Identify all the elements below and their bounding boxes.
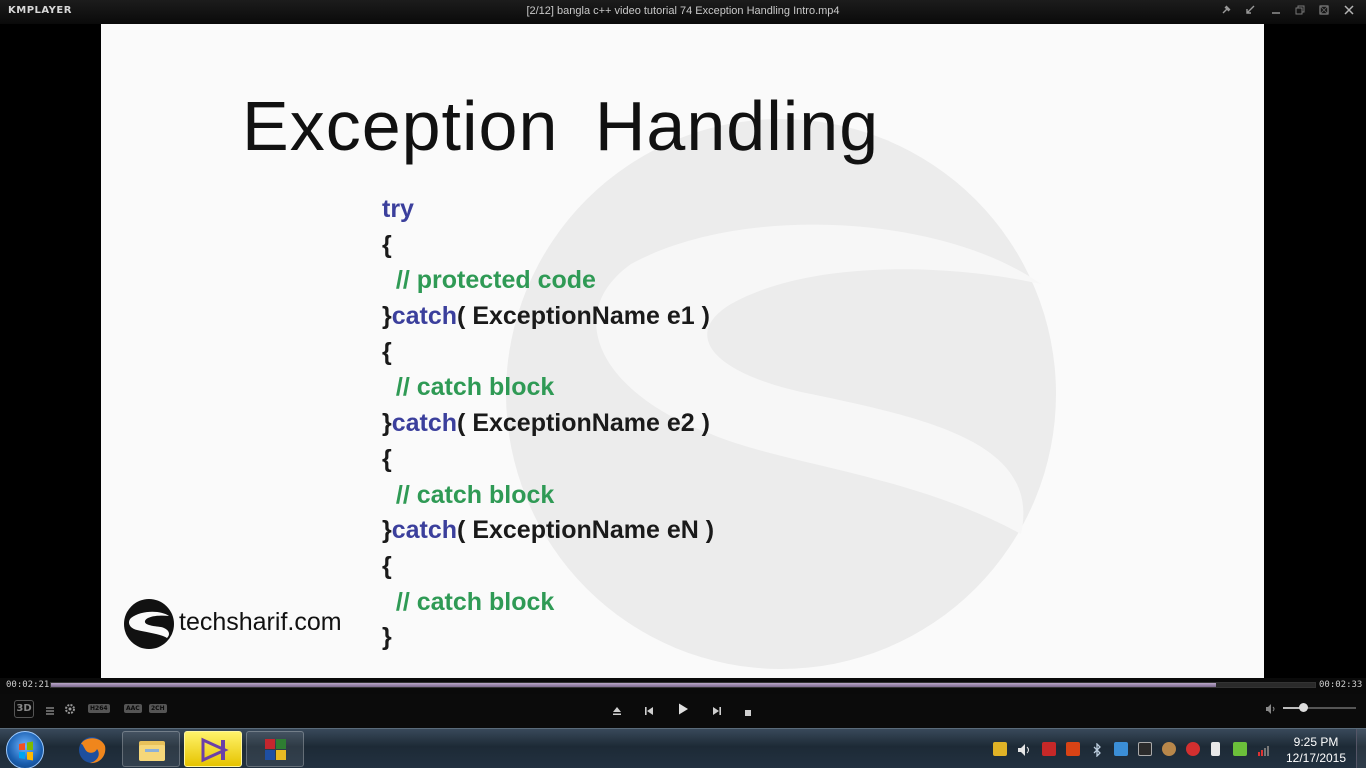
firefox-icon xyxy=(79,737,106,764)
total-time: 00:02:33 xyxy=(1319,680,1363,690)
show-desktop-button[interactable] xyxy=(1356,729,1366,768)
code-comment: // protected code xyxy=(382,266,596,295)
network-icon[interactable] xyxy=(1114,742,1128,756)
video-codec-badge: H264 xyxy=(88,704,110,713)
windows-logo-icon xyxy=(19,741,33,761)
taskbar-visual-studio[interactable] xyxy=(184,731,242,767)
code-line: { xyxy=(382,549,714,585)
code-keyword: catch xyxy=(391,516,458,545)
close-icon[interactable] xyxy=(1341,4,1357,20)
app-tray-icon[interactable] xyxy=(1162,742,1176,756)
video-frame: Exception Handling try { // protected cod… xyxy=(101,24,1264,678)
power-icon[interactable] xyxy=(993,742,1007,756)
code-keyword: catch xyxy=(391,409,458,438)
code-text: { xyxy=(382,337,392,366)
code-text: ( ExceptionName e1 ) xyxy=(457,302,710,331)
code-line: { xyxy=(382,442,714,478)
channels-badge: 2CH xyxy=(149,704,167,713)
volume-icon[interactable] xyxy=(1264,701,1278,715)
code-line: // catch block xyxy=(382,370,714,406)
pin-icon[interactable] xyxy=(1218,4,1234,20)
code-comment: // catch block xyxy=(382,373,555,402)
speaker-icon[interactable] xyxy=(1017,742,1031,756)
start-button[interactable] xyxy=(6,731,44,768)
taskbar: 9:25 PM 12/17/2015 xyxy=(0,728,1366,768)
volume-slider[interactable] xyxy=(1283,703,1356,712)
code-line: { xyxy=(382,228,714,264)
window-title: [2/12] bangla c++ video tutorial 74 Exce… xyxy=(526,5,840,17)
check-icon[interactable] xyxy=(1233,742,1247,756)
bluetooth-icon[interactable] xyxy=(1090,742,1104,758)
clock-date: 12/17/2015 xyxy=(1285,751,1347,765)
previous-icon[interactable] xyxy=(642,702,656,715)
code-text: { xyxy=(382,551,392,580)
stop-icon[interactable] xyxy=(743,703,753,716)
seek-bar: 00:02:21 00:02:33 xyxy=(0,678,1366,694)
audio-codec-badge: AAC xyxy=(124,704,142,713)
minimize-icon[interactable] xyxy=(1268,4,1284,20)
video-area[interactable]: Exception Handling try { // protected cod… xyxy=(0,24,1366,678)
seek-progress xyxy=(51,683,1217,687)
code-comment: // catch block xyxy=(382,480,555,509)
code-text: } xyxy=(382,302,392,331)
volume-knob[interactable] xyxy=(1298,703,1308,712)
system-clock[interactable]: 9:25 PM 12/17/2015 xyxy=(1278,734,1354,766)
code-line: } xyxy=(382,620,714,656)
code-text: } xyxy=(382,409,392,438)
settings-icon[interactable] xyxy=(63,701,77,715)
code-text: ( ExceptionName e2 ) xyxy=(457,409,710,438)
brand-logo-icon xyxy=(124,599,174,649)
playlist-icon[interactable] xyxy=(44,702,56,715)
camera-icon[interactable] xyxy=(1138,742,1152,756)
code-comment: // catch block xyxy=(382,587,555,616)
winrar-icon xyxy=(265,739,286,760)
tool-icon[interactable] xyxy=(1066,742,1080,756)
code-line: }catch( ExceptionName e1 ) xyxy=(382,299,714,335)
code-keyword: catch xyxy=(391,302,458,331)
code-line: }catch( ExceptionName eN ) xyxy=(382,513,714,549)
code-line: // catch block xyxy=(382,585,714,621)
code-text: } xyxy=(382,516,392,545)
3d-icon[interactable]: 3D xyxy=(14,700,34,718)
maximize-icon[interactable] xyxy=(1316,4,1332,20)
restore-icon[interactable] xyxy=(1292,4,1308,20)
eject-icon[interactable] xyxy=(610,702,624,715)
play-icon[interactable] xyxy=(676,701,690,715)
code-text: } xyxy=(382,623,392,652)
code-line: // catch block xyxy=(382,478,714,514)
seek-track[interactable] xyxy=(50,682,1316,688)
battery-icon[interactable] xyxy=(1211,742,1220,756)
clock-time: 9:25 PM xyxy=(1293,735,1339,749)
code-line: // protected code xyxy=(382,263,714,299)
control-bar: 3D H264 AAC 2CH xyxy=(0,694,1366,728)
title-bar: KMPLAYER [2/12] bangla c++ video tutoria… xyxy=(0,0,1366,24)
visual-studio-icon xyxy=(201,737,229,763)
taskbar-explorer[interactable] xyxy=(122,731,180,767)
folder-icon xyxy=(139,741,165,761)
compact-mode-icon[interactable] xyxy=(1242,4,1258,20)
mcafee-icon[interactable] xyxy=(1042,742,1056,756)
code-block: try{ // protected code}catch( ExceptionN… xyxy=(382,192,714,656)
opera-icon[interactable] xyxy=(1186,742,1200,756)
code-text: ( ExceptionName eN ) xyxy=(457,516,715,545)
elapsed-time: 00:02:21 xyxy=(6,680,50,690)
code-text: { xyxy=(382,444,392,473)
next-icon[interactable] xyxy=(710,702,724,715)
brand-text: techsharif.com xyxy=(179,608,342,636)
taskbar-firefox[interactable] xyxy=(62,731,120,767)
signal-icon[interactable] xyxy=(1257,742,1271,756)
code-line: try xyxy=(382,192,714,228)
code-line: }catch( ExceptionName e2 ) xyxy=(382,406,714,442)
taskbar-winrar[interactable] xyxy=(246,731,304,767)
code-keyword: try xyxy=(382,195,414,223)
code-line: { xyxy=(382,335,714,371)
slide-title: Exception Handling xyxy=(242,87,880,165)
code-text: { xyxy=(382,230,392,259)
